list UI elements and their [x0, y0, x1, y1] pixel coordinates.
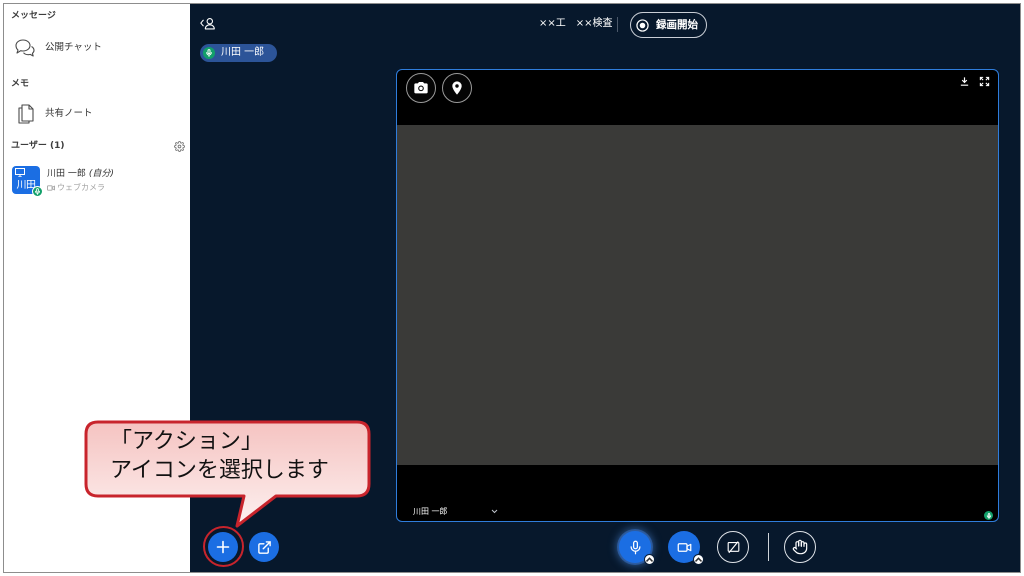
- snapshot-button[interactable]: [406, 73, 436, 103]
- user-status: ウェブカメラ: [47, 183, 105, 193]
- screen-share-button[interactable]: [717, 531, 749, 563]
- raise-hand-button[interactable]: [784, 531, 816, 563]
- user-list-toggle-icon[interactable]: [199, 17, 217, 30]
- notes-header: メモ: [11, 79, 30, 89]
- video-feed: [397, 125, 998, 465]
- webcam-icon: [47, 185, 55, 191]
- header-divider: [617, 17, 618, 32]
- video-tile: 川田 一郎: [396, 69, 999, 522]
- plus-icon: [216, 540, 230, 554]
- mic-icon: [35, 188, 40, 195]
- mute-button[interactable]: [619, 531, 655, 565]
- audio-options-toggle[interactable]: [644, 554, 655, 565]
- main-area: ××工 ××検査 録画開始 川田 一郎 川田 一郎: [190, 4, 1020, 572]
- record-icon: [636, 18, 649, 32]
- sidebar-item-label: 共有ノート: [45, 108, 93, 119]
- user-list-item[interactable]: 川田 川田 一郎 (自分) ウェブカメラ: [4, 164, 190, 200]
- raise-hand-icon: [792, 539, 808, 555]
- talking-mic-badge: [203, 47, 215, 59]
- mic-icon: [206, 49, 212, 57]
- user-status-text: ウェブカメラ: [57, 183, 105, 192]
- mic-icon: [986, 512, 991, 519]
- video-mic-badge: [984, 511, 993, 520]
- chevron-down-icon[interactable]: [491, 509, 498, 514]
- user-name-text: 川田 一郎: [47, 169, 86, 179]
- avatar: 川田: [12, 166, 43, 197]
- actions-button[interactable]: [208, 532, 238, 562]
- sidebar-item-public-chat[interactable]: 公開チャット: [4, 36, 190, 60]
- camera-icon: [414, 82, 428, 94]
- webcam-button[interactable]: [668, 531, 704, 565]
- location-pin-icon: [452, 81, 462, 95]
- user-name: 川田 一郎 (自分): [47, 169, 114, 180]
- record-button-label: 録画開始: [656, 19, 698, 31]
- video-camera-icon: [677, 542, 691, 552]
- self-tag: (自分): [88, 169, 114, 179]
- mic-status-badge: [32, 186, 43, 197]
- chevron-up-icon: [694, 557, 703, 562]
- sidebar-item-shared-notes[interactable]: 共有ノート: [4, 102, 190, 126]
- app-window: メッセージ 公開チャット メモ 共有ノート ユーザー (1) 川田 川田 一郎 …: [0, 0, 1024, 576]
- external-link-icon: [257, 540, 271, 554]
- video-user-name: 川田 一郎: [413, 507, 448, 516]
- shared-notes-icon: [18, 104, 34, 124]
- download-icon[interactable]: [959, 76, 970, 87]
- meeting-title: ××工 ××検査: [539, 18, 613, 29]
- mic-icon: [630, 540, 640, 554]
- toolbar-divider: [768, 533, 769, 561]
- users-header: ユーザー (1): [11, 141, 65, 151]
- chevron-up-icon: [645, 557, 654, 562]
- presenter-icon: [15, 168, 25, 177]
- video-options-toggle[interactable]: [693, 554, 704, 565]
- gear-icon[interactable]: [174, 141, 185, 152]
- share-external-button[interactable]: [249, 532, 279, 562]
- talking-indicator[interactable]: 川田 一郎: [200, 44, 277, 62]
- location-button[interactable]: [442, 73, 472, 103]
- fullscreen-icon[interactable]: [979, 76, 990, 87]
- record-button[interactable]: 録画開始: [630, 12, 707, 38]
- talking-user-name: 川田 一郎: [221, 47, 265, 58]
- screen-share-off-icon: [727, 540, 739, 553]
- sidebar: メッセージ 公開チャット メモ 共有ノート ユーザー (1) 川田 川田 一郎 …: [4, 4, 190, 572]
- sidebar-item-label: 公開チャット: [45, 42, 102, 53]
- chat-icon: [15, 39, 35, 57]
- messages-header: メッセージ: [11, 11, 56, 21]
